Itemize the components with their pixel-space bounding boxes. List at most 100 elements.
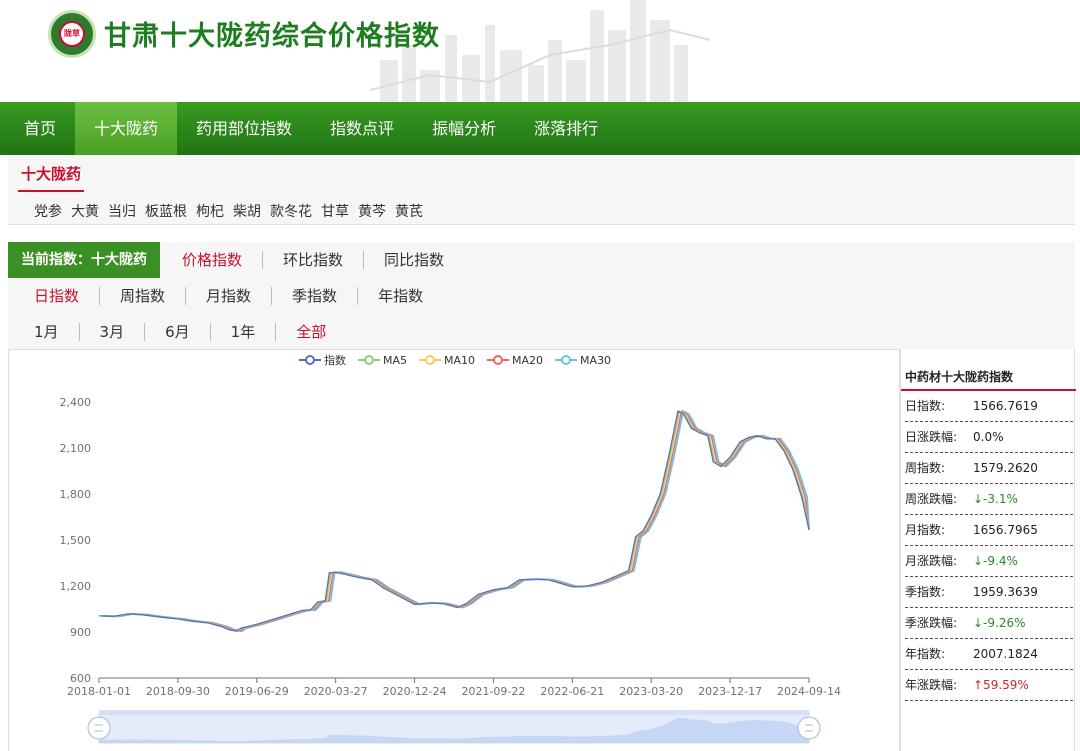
herb-link[interactable]: 当归 — [108, 201, 136, 221]
x-tick-label: 2022-06-21 — [540, 685, 604, 698]
summary-label: 日涨跌幅: — [905, 430, 958, 444]
y-tick-label: 600 — [70, 672, 91, 685]
x-tick-label: 2021-09-22 — [461, 685, 525, 698]
summary-label: 月涨跌幅: — [905, 554, 958, 568]
nav-item[interactable]: 药用部位指数 — [177, 102, 311, 155]
ranges-tab[interactable]: 1年 — [209, 323, 276, 341]
y-tick-label: 900 — [70, 626, 91, 639]
zoom-slider-bar[interactable] — [99, 710, 809, 715]
summary-row: 月涨跌幅: ↓-9.4% — [905, 546, 1073, 577]
summary-value: ↓-9.26% — [973, 616, 1026, 630]
series-line-ma30 — [104, 409, 810, 633]
period-tabs: 日指数 周指数 月指数 季指数 年指数 — [14, 287, 443, 305]
x-tick-label: 2020-03-27 — [304, 685, 368, 698]
summary-title: 中药材十大陇药指数 — [905, 370, 1014, 384]
herb-link[interactable]: 柴胡 — [233, 201, 261, 221]
herb-link[interactable]: 甘草 — [321, 201, 349, 221]
summary-row: 季涨跌幅: ↓-9.26% — [905, 608, 1073, 639]
index-type-tabs: 价格指数 环比指数 同比指数 — [162, 251, 464, 269]
ranges-tab[interactable]: 全部 — [275, 323, 346, 341]
summary-label: 年指数: — [905, 647, 946, 661]
summary-value: 0.0% — [973, 430, 1004, 444]
site-logo[interactable]: 陇草源 — [48, 10, 96, 58]
index_types-tab[interactable]: 价格指数 — [162, 251, 262, 269]
summary-label: 周指数: — [905, 461, 946, 475]
herb-link[interactable]: 大黄 — [71, 201, 99, 221]
zoom-handle-right[interactable] — [797, 716, 821, 740]
summary-value: 1579.2620 — [973, 461, 1038, 475]
summary-value: ↑59.59% — [973, 678, 1029, 692]
summary-label: 年涨跌幅: — [905, 678, 958, 692]
summary-value: ↓-9.4% — [973, 554, 1018, 568]
summary-row: 年指数: 2007.1824 — [905, 639, 1073, 670]
x-tick-label: 2023-03-20 — [619, 685, 683, 698]
periods-tab[interactable]: 周指数 — [99, 287, 185, 305]
ranges-tab[interactable]: 1月 — [14, 323, 79, 341]
summary-row: 日指数: 1566.7619 — [905, 391, 1073, 422]
periods-tab[interactable]: 日指数 — [14, 287, 99, 305]
site-header: 陇草源 甘肃十大陇药综合价格指数 — [0, 0, 1080, 102]
herb-link[interactable]: 枸杞 — [196, 201, 224, 221]
category-panel: 十大陇药 党参 大黄 当归 板蓝根 枸杞 柴胡 款冬花 甘草 黄芩 黄芪 — [8, 155, 1075, 225]
ranges-tab[interactable]: 6月 — [144, 323, 210, 341]
y-tick-label: 1,800 — [60, 488, 92, 501]
y-tick-label: 2,400 — [60, 396, 92, 409]
logo-text: 陇草源 — [59, 21, 85, 47]
periods-tab[interactable]: 年指数 — [357, 287, 443, 305]
herb-link[interactable]: 黄芪 — [395, 201, 423, 221]
summary-value: 1959.3639 — [973, 585, 1038, 599]
range-tabs: 1月 3月 6月 1年 全部 — [14, 323, 346, 341]
summary-value: 1566.7619 — [973, 399, 1038, 413]
herb-link[interactable]: 板蓝根 — [145, 201, 187, 221]
herb-link[interactable]: 黄芩 — [358, 201, 386, 221]
summary-label: 月指数: — [905, 523, 946, 537]
summary-row: 周指数: 1579.2620 — [905, 453, 1073, 484]
nav-item[interactable]: 振幅分析 — [413, 102, 515, 155]
periods-tab[interactable]: 季指数 — [271, 287, 357, 305]
x-tick-label: 2018-01-01 — [67, 685, 131, 698]
summary-label: 周涨跌幅: — [905, 492, 958, 506]
ranges-tab[interactable]: 3月 — [78, 323, 145, 341]
nav-item[interactable]: 首页 — [0, 102, 75, 155]
series-line-index — [98, 410, 810, 632]
site-title: 甘肃十大陇药综合价格指数 — [104, 21, 440, 52]
summary-value: ↓-3.1% — [973, 492, 1018, 506]
herb-link[interactable]: 款冬花 — [270, 201, 312, 221]
filter-area: 当前指数：十大陇药 价格指数 环比指数 同比指数 日指数 周指数 月指数 季指数 年指数 1… — [8, 242, 1075, 350]
nav-item[interactable]: 涨落排行 — [515, 102, 617, 155]
index_types-tab[interactable]: 环比指数 — [262, 251, 363, 269]
chart-container: 指数 MA5 MA10 MA20 MA30 600 900 1,200 1,500 1,800 2… — [8, 349, 900, 751]
summary-label: 季涨跌幅: — [905, 616, 958, 630]
summary-row: 日涨跌幅: 0.0% — [905, 422, 1073, 453]
summary-row: 周涨跌幅: ↓-3.1% — [905, 484, 1073, 515]
y-tick-label: 2,100 — [60, 442, 92, 455]
herb-link[interactable]: 党参 — [34, 201, 62, 221]
summary-row: 月指数: 1656.7965 — [905, 515, 1073, 546]
main-nav: 首页 十大陇药 药用部位指数 指数点评 振幅分析 涨落排行 — [0, 102, 1080, 155]
x-tick-label: 2023-12-17 — [698, 685, 762, 698]
y-tick-label: 1,200 — [60, 580, 92, 593]
y-tick-label: 1,500 — [60, 534, 92, 547]
summary-value: 2007.1824 — [973, 647, 1038, 661]
herb-list: 党参 大黄 当归 板蓝根 枸杞 柴胡 款冬花 甘草 黄芩 黄芪 — [34, 201, 423, 221]
series-line-ma20 — [102, 410, 810, 632]
x-tick-label: 2020-12-24 — [383, 685, 447, 698]
index-summary-panel: 中药材十大陇药指数 日指数: 1566.7619 日涨跌幅: 0.0% 周指数: 1579… — [900, 349, 1076, 751]
x-tick-label: 2024-09-14 — [777, 685, 841, 698]
nav-item[interactable]: 指数点评 — [311, 102, 413, 155]
x-tick-label: 2018-09-30 — [146, 685, 210, 698]
nav-item[interactable]: 十大陇药 — [75, 102, 178, 155]
summary-row: 年涨跌幅: ↑59.59% — [905, 670, 1073, 701]
summary-value: 1656.7965 — [973, 523, 1038, 537]
periods-tab[interactable]: 月指数 — [185, 287, 271, 305]
summary-label: 日指数: — [905, 399, 946, 413]
zoom-slider-window[interactable] — [99, 713, 809, 743]
category-title[interactable]: 十大陇药 — [18, 163, 85, 192]
summary-label: 季指数: — [905, 585, 946, 599]
series-line-ma10 — [100, 410, 810, 632]
series-line-ma5 — [99, 410, 810, 632]
price-index-chart[interactable]: 600 900 1,200 1,500 1,800 2,100 2,400 2018-01-0… — [9, 350, 901, 751]
current-index-badge: 当前指数：十大陇药 — [8, 242, 160, 278]
zoom-handle-left[interactable] — [87, 716, 111, 740]
index_types-tab[interactable]: 同比指数 — [363, 251, 464, 269]
